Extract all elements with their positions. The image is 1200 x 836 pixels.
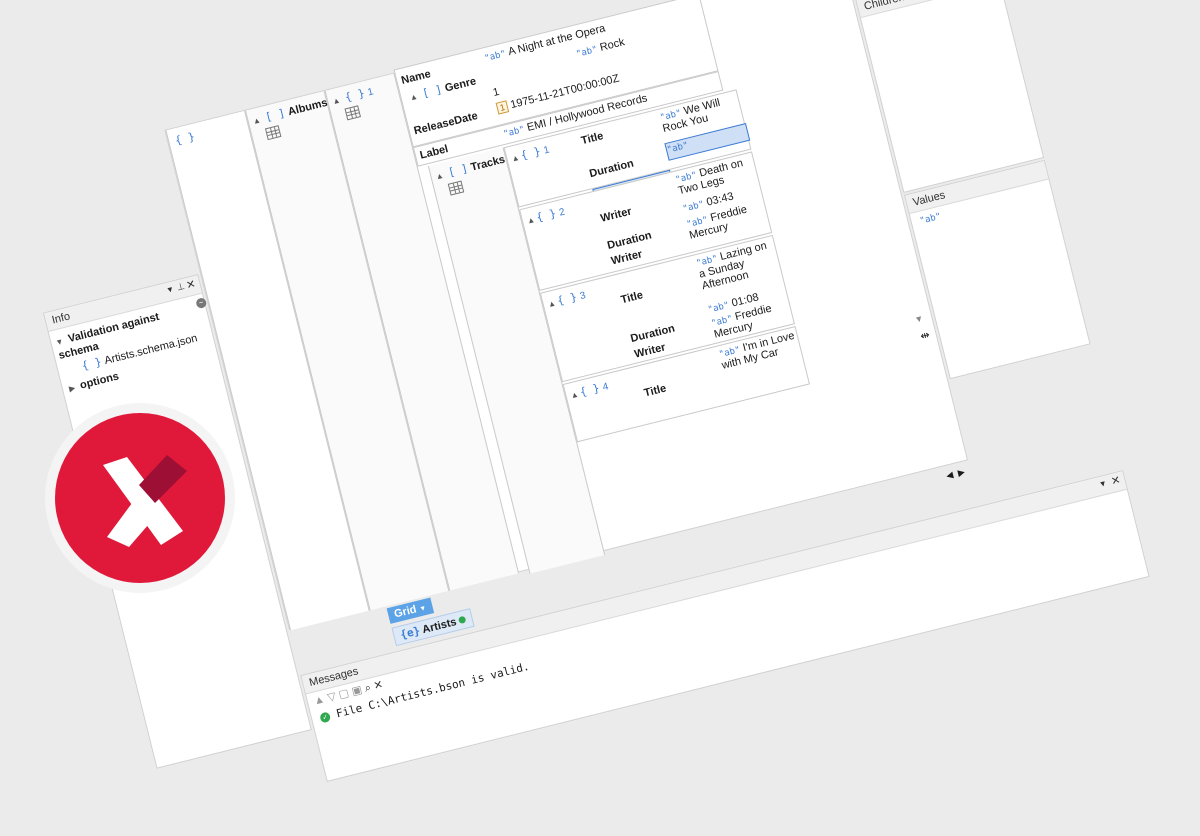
string-type-icon: "ab" xyxy=(575,44,599,60)
string-type-icon: "ab" xyxy=(502,124,526,140)
track-index[interactable]: ▲{ } 1 xyxy=(510,142,551,165)
app-window: Info ▼ ⊥ ✕ ▼ Validation against schema −… xyxy=(0,0,1200,782)
date-type-icon: 1 xyxy=(495,100,510,115)
title-label: Title xyxy=(619,289,645,307)
label-field-label: Label xyxy=(418,143,450,162)
track-index[interactable]: ▲{ } 2 xyxy=(525,204,566,227)
genre-label: Genre xyxy=(443,75,478,95)
info-header-label: Info xyxy=(50,310,72,327)
json-array-icon: [ ] xyxy=(420,82,444,101)
collapse-icon[interactable]: ▲ xyxy=(409,92,419,103)
table-view-icon[interactable] xyxy=(447,180,465,196)
albums-label: Albums xyxy=(286,96,329,119)
title-label: Title xyxy=(642,382,668,400)
collapse-icon[interactable]: ▲ xyxy=(435,171,445,182)
name-value[interactable]: "ab"A Night at the Opera xyxy=(483,22,607,64)
children-header: Children xyxy=(856,0,1000,19)
dropdown-icon: ▼ xyxy=(418,604,428,614)
copy-icon[interactable]: ▢ xyxy=(337,687,350,701)
options-label: options xyxy=(78,370,121,392)
collapse-icon[interactable]: ▲ xyxy=(252,115,262,126)
logo-mark-icon xyxy=(103,455,187,547)
save-icon[interactable]: ▣ xyxy=(350,684,363,698)
table-view-icon[interactable] xyxy=(264,125,282,141)
json-array-icon: [ ] xyxy=(263,106,287,124)
root-object-icon: { } xyxy=(173,129,197,148)
album-index: 1 xyxy=(366,86,375,99)
brand-logo xyxy=(55,413,225,583)
splitter-icon[interactable]: ⇹ xyxy=(919,328,931,343)
tab-scroll-left-icon[interactable]: ◀ xyxy=(945,469,954,481)
close-icon[interactable]: ✕ xyxy=(185,277,197,292)
json-object-icon: {e} xyxy=(398,624,422,642)
track-index[interactable]: ▲{ } 3 xyxy=(546,287,587,310)
tracks-label: Tracks xyxy=(469,153,507,174)
writer-label: Writer xyxy=(599,205,633,225)
table-view-icon[interactable] xyxy=(344,105,361,121)
track-index[interactable]: ▲{ } 4 xyxy=(569,378,610,401)
tab-scroll-right-icon[interactable]: ▶ xyxy=(957,467,966,479)
albums-row[interactable]: ▲ [ ] Albums xyxy=(251,95,329,127)
collapse-icon[interactable]: ▲ xyxy=(331,96,341,107)
album-index-row[interactable]: ▲ { } 1 xyxy=(330,83,374,107)
duration-label: Duration xyxy=(606,229,653,252)
duration-label: Duration xyxy=(588,157,636,181)
previous-icon[interactable]: ▲ xyxy=(313,693,326,707)
writer-label: Writer xyxy=(633,341,667,361)
close-icon[interactable]: ✕ xyxy=(1110,473,1122,488)
scroll-down-icon[interactable]: ▼ xyxy=(913,313,924,325)
pin-icon[interactable]: ⊥ xyxy=(176,281,186,294)
clear-icon[interactable]: ✕ xyxy=(372,679,384,693)
grid-editor: { } ▲ [ ] Albums ▲ { } 1 Name "ab"A Nigh… xyxy=(164,0,969,631)
next-icon[interactable]: ▽ xyxy=(326,690,337,704)
panel-menu-icon[interactable]: ▼ xyxy=(165,284,175,295)
writer-label: Writer xyxy=(609,248,644,268)
string-type-icon: "ab" xyxy=(918,211,943,227)
string-type-icon: "ab" xyxy=(483,49,507,65)
json-object-icon: { } xyxy=(343,86,366,105)
json-array-icon: [ ] xyxy=(446,161,470,180)
collapse-icon[interactable]: ▼ xyxy=(55,337,65,348)
success-icon: ✓ xyxy=(319,711,332,724)
panel-menu-icon[interactable]: ▼ xyxy=(1098,479,1108,490)
genre-index: 1 xyxy=(491,85,501,100)
duration-label: Duration xyxy=(629,322,677,346)
valid-status-icon xyxy=(458,615,467,625)
search-icon[interactable]: ⌕ xyxy=(363,682,372,695)
title-label: Title xyxy=(579,130,605,148)
expand-icon[interactable]: ▶ xyxy=(68,383,76,393)
